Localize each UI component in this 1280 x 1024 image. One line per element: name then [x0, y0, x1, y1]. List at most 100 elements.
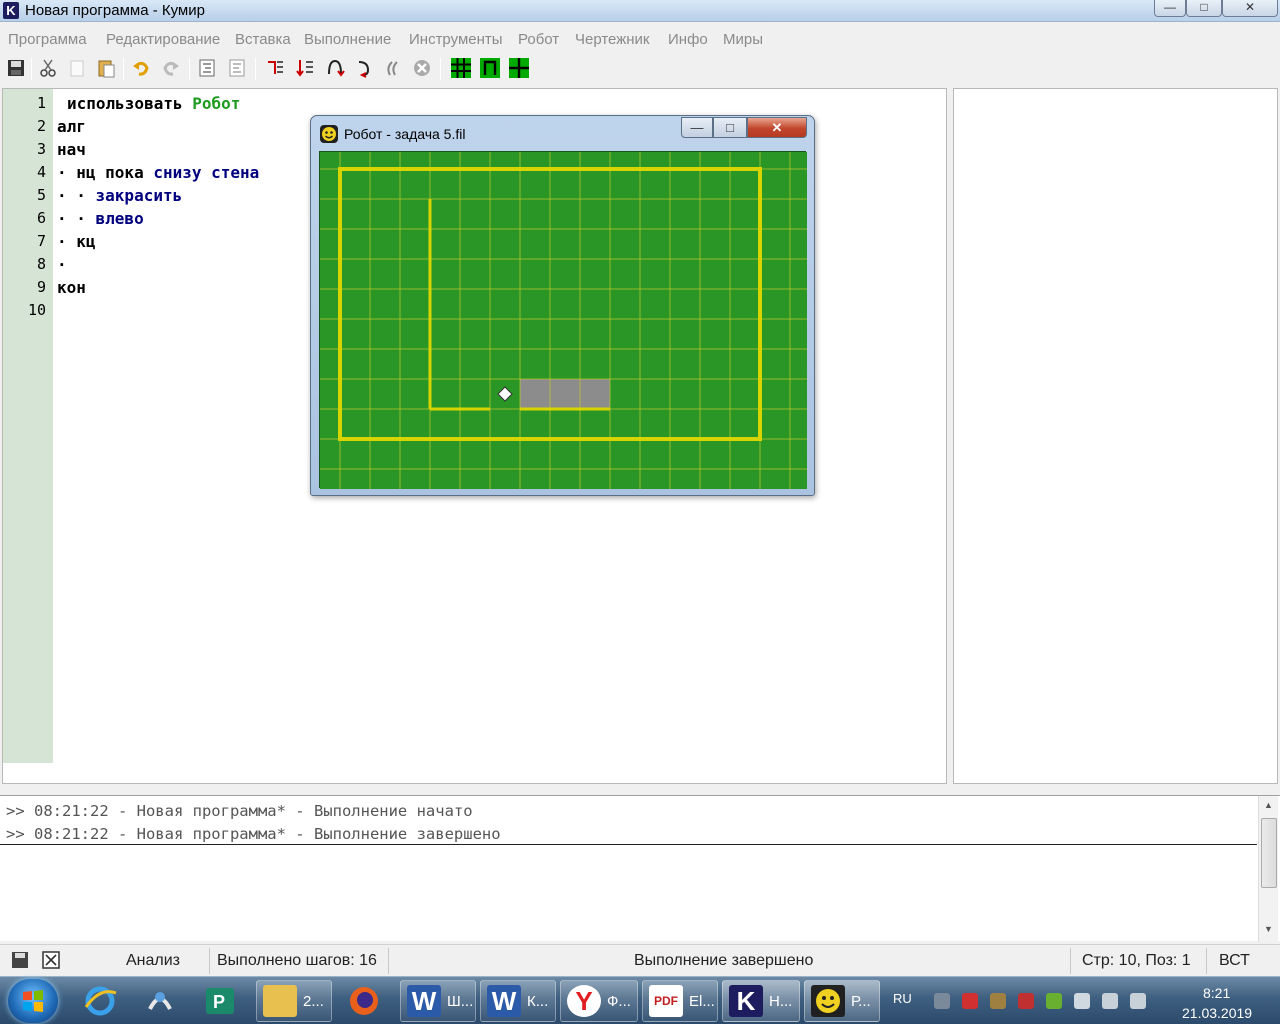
menu-insert[interactable]: Вставка [235, 31, 291, 48]
antivirus-icon[interactable] [1018, 993, 1034, 1009]
step-icon[interactable] [294, 57, 316, 79]
indent-icon[interactable] [196, 57, 218, 79]
taskbar-item[interactable]: Y Ф... [560, 980, 638, 1022]
display-icon[interactable] [1102, 993, 1118, 1009]
painted-cell [580, 379, 610, 409]
taskbar-item-active[interactable]: Р... [804, 980, 880, 1022]
network-icon[interactable] [934, 993, 950, 1009]
status-cursor-position: Стр: 10, Поз: 1 [1082, 952, 1191, 969]
console-line: >> 08:21:22 - Новая программа* - Выполне… [6, 825, 501, 843]
code-token: нц пока [76, 163, 154, 182]
scroll-up-icon[interactable]: ▲ [1264, 800, 1273, 810]
redo-icon[interactable] [160, 57, 182, 79]
nvidia-icon[interactable] [1046, 993, 1062, 1009]
copy-icon[interactable] [66, 57, 88, 79]
draw-icon[interactable] [479, 57, 501, 79]
code-token: использовать [67, 94, 193, 113]
step-out-icon[interactable] [353, 57, 375, 79]
title-bar: K Новая программа - Кумир — □ ✕ [0, 0, 1280, 22]
battery-icon[interactable] [1130, 993, 1146, 1009]
menu-draftsman[interactable]: Чертежник [575, 31, 650, 48]
code-line[interactable]: · · закрасить [57, 186, 182, 205]
clock-time[interactable]: 8:21 [1203, 985, 1230, 1001]
clock-date[interactable]: 21.03.2019 [1182, 1005, 1252, 1021]
step-over-icon[interactable] [383, 57, 405, 79]
code-line[interactable]: · [57, 255, 67, 274]
run-icon[interactable] [264, 57, 286, 79]
robot-grid-icon[interactable] [450, 57, 472, 79]
field-icon[interactable] [508, 57, 530, 79]
close-button[interactable]: ✕ [1222, 0, 1278, 17]
line-number: 3 [36, 140, 46, 158]
code-line[interactable]: · нц пока снизу стена [57, 163, 259, 182]
status-close-icon[interactable] [42, 951, 60, 972]
line-number: 1 [36, 94, 46, 112]
code-token: кон [57, 278, 86, 297]
volume-icon[interactable] [1074, 993, 1090, 1009]
toolbar [0, 54, 1280, 84]
robot-close-button[interactable]: ✕ [747, 117, 807, 138]
taskbar-item[interactable]: W К... [480, 980, 556, 1022]
status-mode: Анализ [126, 952, 181, 969]
menu-run[interactable]: Выполнение [304, 31, 391, 48]
yandex-icon: Y [567, 985, 601, 1017]
taskbar-item-active[interactable]: K Н... [722, 980, 800, 1022]
code-line[interactable]: · · влево [57, 209, 144, 228]
kumir-icon: K [729, 985, 763, 1017]
robot-maximize-button[interactable]: □ [713, 117, 747, 138]
menu-worlds[interactable]: Миры [723, 31, 763, 48]
usb-icon[interactable] [990, 993, 1006, 1009]
undo-icon[interactable] [130, 57, 152, 79]
robot-icon [811, 985, 845, 1017]
language-indicator[interactable]: RU [893, 991, 912, 1006]
code-line[interactable]: нач [57, 140, 86, 159]
variables-panel[interactable] [953, 88, 1278, 784]
start-button[interactable] [8, 979, 58, 1023]
code-line[interactable]: алг [57, 117, 86, 136]
taskbar-item[interactable]: 2... [256, 980, 332, 1022]
cut-icon[interactable] [37, 57, 59, 79]
console-scrollbar[interactable]: ▲ ▼ [1258, 796, 1278, 942]
menu-robot[interactable]: Робот [518, 31, 559, 48]
firefox-icon[interactable] [346, 983, 382, 1019]
line-number-gutter: 1 2 3 4 5 6 7 8 9 10 [3, 89, 53, 763]
scroll-down-icon[interactable]: ▼ [1264, 924, 1273, 934]
ie-icon[interactable] [82, 983, 118, 1019]
minimize-button[interactable]: — [1154, 0, 1186, 17]
robot-window-title: Робот - задача 5.fil [344, 126, 466, 142]
scroll-thumb[interactable] [1261, 818, 1277, 888]
step-into-icon[interactable] [324, 57, 346, 79]
robot-window[interactable]: Робот - задача 5.fil — □ ✕ [309, 115, 821, 500]
paste-icon[interactable] [95, 57, 117, 79]
save-icon[interactable] [5, 57, 27, 79]
code-line[interactable]: кон [57, 278, 86, 297]
network-tool-icon[interactable] [142, 983, 178, 1019]
code-token: закрасить [95, 186, 183, 205]
line-number: 7 [36, 232, 46, 250]
code-line[interactable]: · кц [57, 232, 96, 251]
menu-program[interactable]: Программа [8, 31, 87, 48]
security-icon[interactable] [962, 993, 978, 1009]
menu-edit[interactable]: Редактирование [106, 31, 220, 48]
line-number: 10 [27, 301, 46, 319]
code-token: влево [95, 209, 144, 228]
painted-cell [520, 379, 550, 409]
taskbar-item[interactable]: PDF El... [642, 980, 718, 1022]
robot-field[interactable] [309, 138, 821, 500]
console-line: >> 08:21:22 - Новая программа* - Выполне… [6, 802, 473, 820]
status-save-icon[interactable] [11, 951, 29, 972]
status-message: Выполнение завершено [634, 952, 814, 969]
code-line[interactable]: использовать Робот [67, 94, 240, 113]
menu-tools[interactable]: Инструменты [409, 31, 503, 48]
robot-minimize-button[interactable]: — [681, 117, 713, 138]
menu-info[interactable]: Инфо [668, 31, 708, 48]
line-number: 4 [36, 163, 46, 181]
output-console[interactable]: >> 08:21:22 - Новая программа* - Выполне… [0, 795, 1280, 942]
taskbar-item[interactable]: W Ш... [400, 980, 476, 1022]
maximize-button[interactable]: □ [1186, 0, 1222, 17]
code-token: снизу стена [153, 163, 260, 182]
code-token: Робот [192, 94, 241, 113]
stop-icon[interactable] [411, 57, 433, 79]
unindent-icon[interactable] [226, 57, 248, 79]
publisher-icon[interactable]: P [202, 983, 238, 1019]
